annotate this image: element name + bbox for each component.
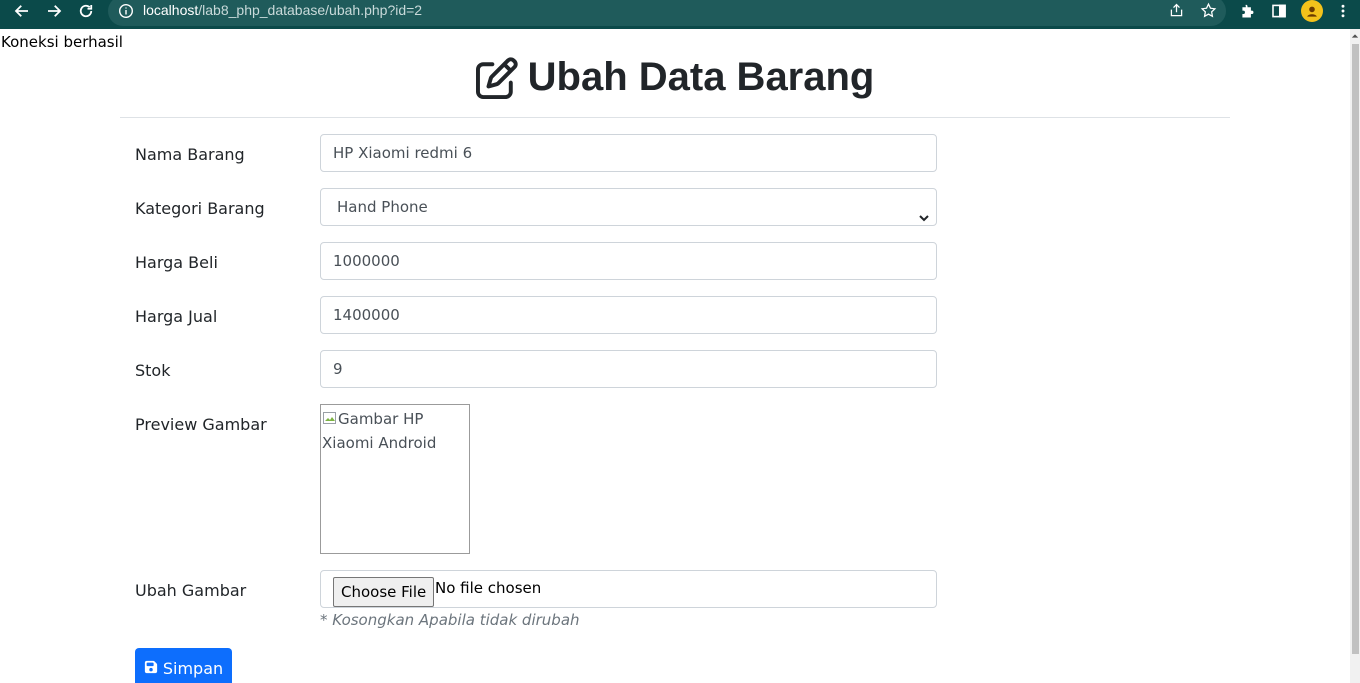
page-title-text: Ubah Data Barang bbox=[527, 55, 875, 99]
share-icon[interactable] bbox=[1166, 0, 1186, 20]
reload-icon[interactable] bbox=[72, 0, 100, 22]
scrollbar-thumb[interactable] bbox=[1352, 44, 1359, 654]
extensions-icon[interactable] bbox=[1235, 0, 1259, 22]
harga-jual-label: Harga Jual bbox=[135, 307, 218, 326]
file-hint: * Kosongkan Apabila tidak dirubah bbox=[320, 611, 580, 629]
scroll-up-icon[interactable] bbox=[1350, 31, 1360, 41]
stok-input[interactable]: 9 bbox=[320, 350, 937, 388]
browser-toolbar: localhost/lab8_php_database/ubah.php?id=… bbox=[0, 0, 1360, 29]
title-divider bbox=[120, 117, 1230, 118]
menu-icon[interactable] bbox=[1331, 0, 1355, 22]
star-icon[interactable] bbox=[1198, 0, 1218, 20]
file-input[interactable]: Choose File No file chosen bbox=[320, 570, 937, 608]
choose-file-button[interactable]: Choose File bbox=[333, 577, 435, 607]
harga-beli-input[interactable]: 1000000 bbox=[320, 242, 937, 280]
simpan-button[interactable]: Simpan bbox=[135, 648, 232, 683]
ubah-gambar-label: Ubah Gambar bbox=[135, 581, 247, 600]
broken-image-icon bbox=[322, 409, 338, 425]
connection-status: Koneksi berhasil bbox=[1, 33, 123, 51]
preview-alt-text: Gambar HP Xiaomi Android bbox=[322, 410, 437, 452]
kategori-barang-select[interactable]: Hand Phone bbox=[320, 188, 937, 226]
avatar[interactable] bbox=[1301, 0, 1323, 22]
harga-beli-label: Harga Beli bbox=[135, 253, 218, 272]
simpan-label: Simpan bbox=[162, 658, 224, 678]
nama-barang-label: Nama Barang bbox=[135, 145, 245, 164]
forward-icon[interactable] bbox=[40, 0, 68, 22]
kategori-barang-label: Kategori Barang bbox=[135, 199, 265, 218]
harga-jual-input[interactable]: 1400000 bbox=[320, 296, 937, 334]
url-text[interactable]: localhost/lab8_php_database/ubah.php?id=… bbox=[143, 2, 422, 18]
stok-label: Stok bbox=[135, 361, 171, 380]
url-host: localhost bbox=[143, 2, 199, 18]
nama-barang-input[interactable]: HP Xiaomi redmi 6 bbox=[320, 134, 937, 172]
chevron-down-icon bbox=[918, 201, 930, 222]
address-bar[interactable]: localhost/lab8_php_database/ubah.php?id=… bbox=[108, 0, 1226, 26]
page-title: Ubah Data Barang bbox=[0, 55, 1350, 100]
back-icon[interactable] bbox=[8, 0, 36, 22]
edit-icon bbox=[475, 56, 518, 99]
url-path: /lab8_php_database/ubah.php?id=2 bbox=[198, 2, 423, 18]
preview-image: Gambar HP Xiaomi Android bbox=[320, 404, 470, 554]
preview-gambar-label: Preview Gambar bbox=[135, 415, 267, 434]
kategori-selected-value: Hand Phone bbox=[337, 198, 428, 216]
save-icon bbox=[144, 659, 158, 678]
info-icon[interactable] bbox=[118, 3, 134, 19]
side-panel-icon[interactable] bbox=[1267, 0, 1291, 22]
file-status-text: No file chosen bbox=[435, 579, 542, 597]
